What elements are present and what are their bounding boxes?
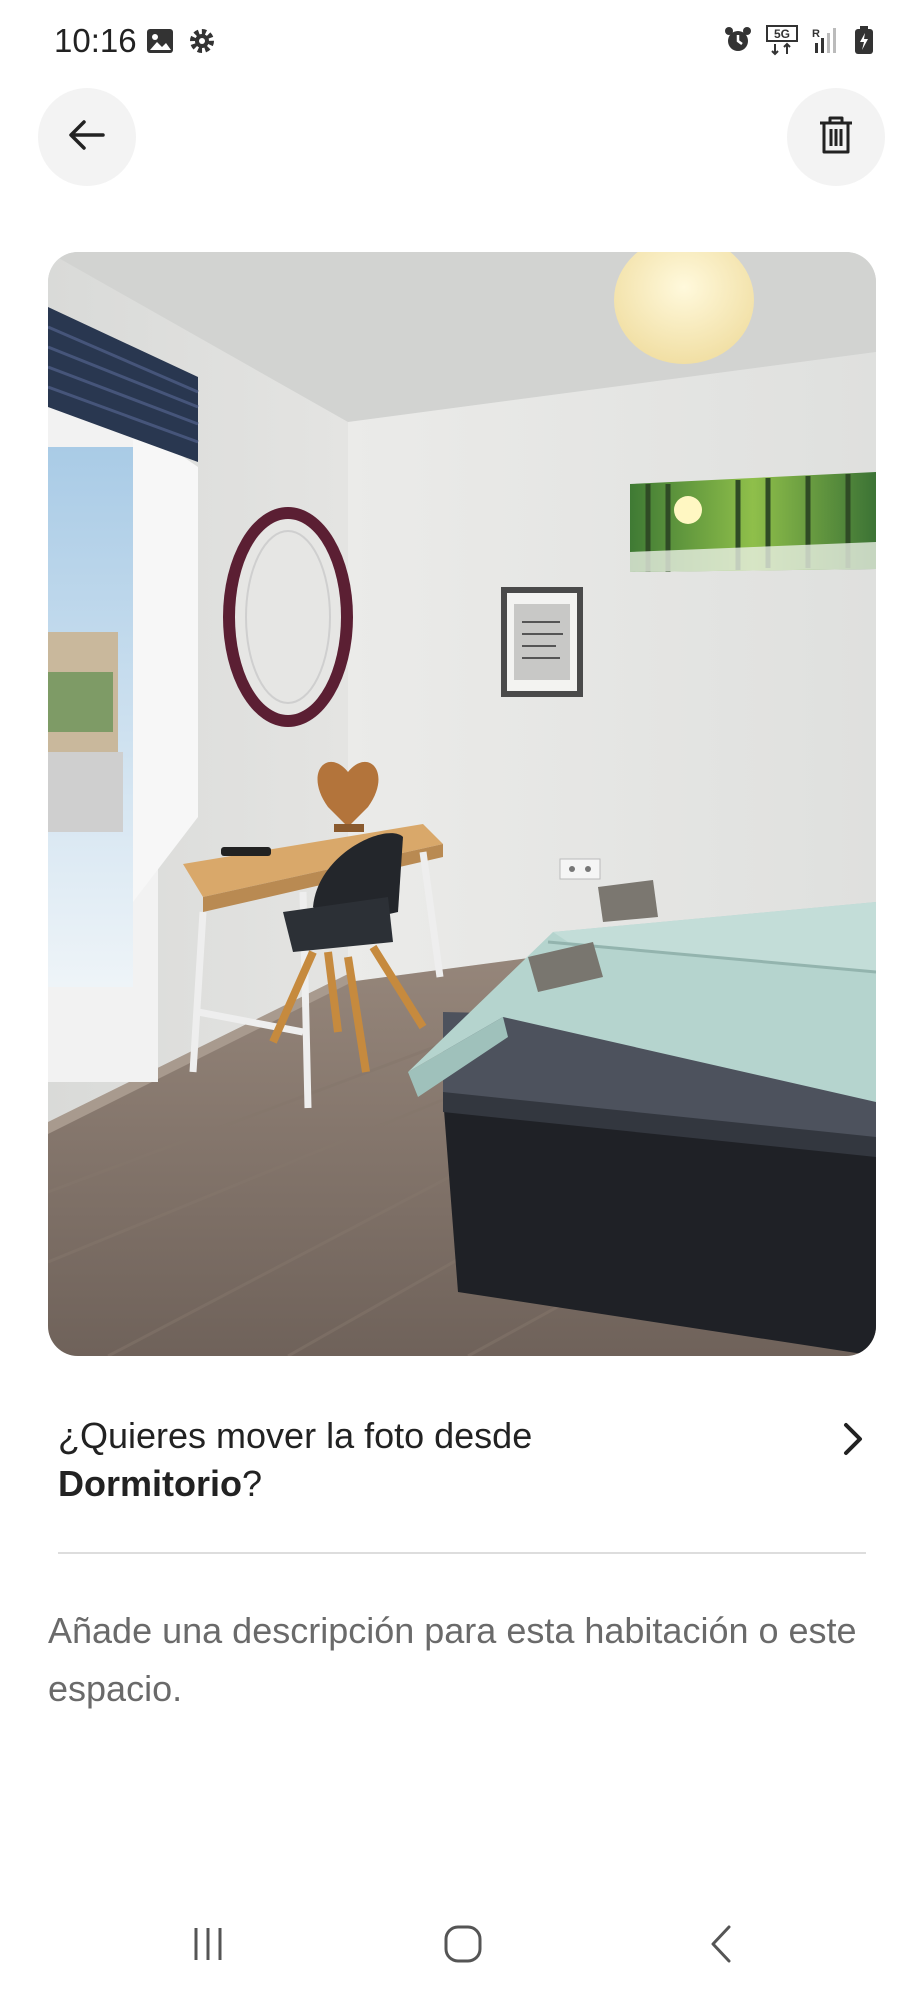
status-bar: 10:16 5G R bbox=[0, 0, 923, 86]
status-time: 10:16 bbox=[54, 22, 137, 59]
status-left-icons bbox=[145, 26, 217, 61]
description-input[interactable]: Añade una descripción para esta habitaci… bbox=[48, 1602, 868, 1718]
gear-icon bbox=[187, 26, 217, 61]
svg-text:5G: 5G bbox=[774, 27, 790, 41]
alarm-icon bbox=[723, 25, 753, 60]
room-photo[interactable] bbox=[48, 252, 876, 1356]
divider bbox=[58, 1552, 866, 1554]
move-photo-suffix: ? bbox=[242, 1463, 263, 1504]
image-icon bbox=[145, 26, 175, 61]
back-icon[interactable] bbox=[706, 1924, 736, 1969]
move-photo-text: ¿Quieres mover la foto desde Dormitorio? bbox=[58, 1412, 778, 1508]
svg-text:R: R bbox=[812, 28, 820, 40]
back-button[interactable] bbox=[38, 88, 136, 186]
chevron-right-icon bbox=[838, 1420, 868, 1463]
5g-icon: 5G bbox=[765, 24, 799, 61]
move-photo-room: Dormitorio bbox=[58, 1463, 242, 1504]
recents-icon[interactable] bbox=[188, 1924, 228, 1969]
arrow-left-icon bbox=[67, 115, 107, 160]
system-nav-bar bbox=[0, 1900, 923, 2000]
status-right-icons: 5G R bbox=[723, 24, 875, 61]
battery-icon bbox=[853, 25, 875, 60]
signal-icon: R bbox=[811, 25, 841, 60]
home-icon[interactable] bbox=[442, 1924, 484, 1969]
delete-button[interactable] bbox=[787, 88, 885, 186]
trash-icon bbox=[818, 115, 854, 160]
move-photo-row[interactable]: ¿Quieres mover la foto desde Dormitorio? bbox=[58, 1412, 868, 1522]
move-photo-prefix: ¿Quieres mover la foto desde bbox=[58, 1415, 533, 1456]
